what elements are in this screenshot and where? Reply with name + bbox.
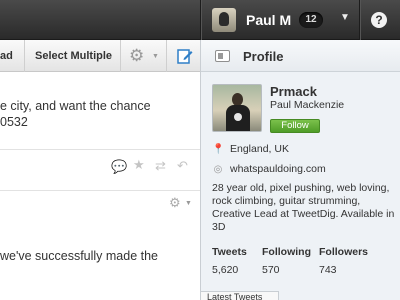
account-menu-caret-icon[interactable]: ▼	[340, 12, 350, 23]
compose-icon[interactable]	[177, 48, 193, 64]
retweet-icon[interactable]: ⇄	[155, 158, 166, 174]
favorite-star-icon[interactable]: ★	[133, 157, 145, 173]
profile-panel-header: Profile	[201, 40, 400, 72]
tweet-divider	[0, 149, 200, 150]
top-bar-divider	[200, 0, 201, 40]
tweet-text: e city, and want the chance	[0, 99, 151, 113]
tweet-text: we've successfully made the	[0, 249, 159, 263]
tweet-gear-caret-icon[interactable]: ▼	[185, 200, 192, 207]
reply-conversation-icon[interactable]: 💬	[111, 159, 127, 175]
location-pin-icon: 📍	[212, 144, 225, 155]
profile-avatar[interactable]	[212, 84, 262, 132]
tweet-stream[interactable]: e city, and want the chance 0532 💬 ★ ⇄ ↶…	[0, 73, 200, 300]
panel-title: Profile	[243, 49, 284, 64]
notification-count-badge[interactable]: 12	[299, 12, 323, 28]
stat-label-followers[interactable]: Followers	[319, 246, 368, 258]
toolbar-button-partial[interactable]: ad	[0, 40, 13, 72]
profile-location-row: 📍 England, UK	[212, 143, 289, 155]
globe-icon: ◎	[213, 164, 223, 175]
tweet-text: 0532	[0, 115, 28, 129]
stat-value-followers: 743	[319, 264, 337, 276]
profile-location: England, UK	[230, 143, 289, 155]
gear-icon[interactable]: ⚙	[129, 40, 144, 72]
profile-card-icon	[215, 50, 230, 62]
stat-label-tweets[interactable]: Tweets	[212, 246, 247, 258]
latest-tweets-tab[interactable]: Latest Tweets	[201, 291, 279, 300]
help-icon[interactable]: ?	[371, 12, 387, 28]
profile-website-link[interactable]: whatspauldoing.com	[230, 163, 326, 175]
reply-arrow-icon[interactable]: ↶	[177, 158, 188, 174]
select-multiple-button[interactable]: Select Multiple	[35, 40, 112, 72]
column-toolbar: ad Select Multiple ⚙ ▼	[0, 40, 200, 72]
stat-label-following[interactable]: Following	[262, 246, 311, 258]
account-username[interactable]: Paul M	[246, 12, 291, 28]
tweet-divider	[0, 190, 200, 191]
stat-value-following: 570	[262, 264, 280, 276]
profile-panel: Profile Prmack Paul Mackenzie Follow 📍 En…	[200, 40, 400, 300]
top-bar: Paul M 12 ▼ ?	[0, 0, 400, 40]
top-bar-divider	[359, 0, 360, 40]
profile-bio: 28 year old, pixel pushing, web loving, …	[212, 182, 395, 233]
profile-full-name: Paul Mackenzie	[270, 99, 345, 111]
tweet-gear-icon[interactable]: ⚙	[169, 193, 181, 213]
profile-screen-name[interactable]: Prmack	[270, 84, 317, 99]
follow-button[interactable]: Follow	[270, 119, 320, 133]
stat-value-tweets: 5,620	[212, 264, 239, 276]
toolbar-divider	[166, 40, 167, 72]
gear-menu-caret-icon[interactable]: ▼	[152, 53, 159, 60]
toolbar-divider	[120, 40, 121, 72]
toolbar-divider	[24, 40, 25, 72]
profile-website-row[interactable]: ◎ whatspauldoing.com	[212, 163, 326, 175]
user-avatar[interactable]	[212, 8, 236, 32]
